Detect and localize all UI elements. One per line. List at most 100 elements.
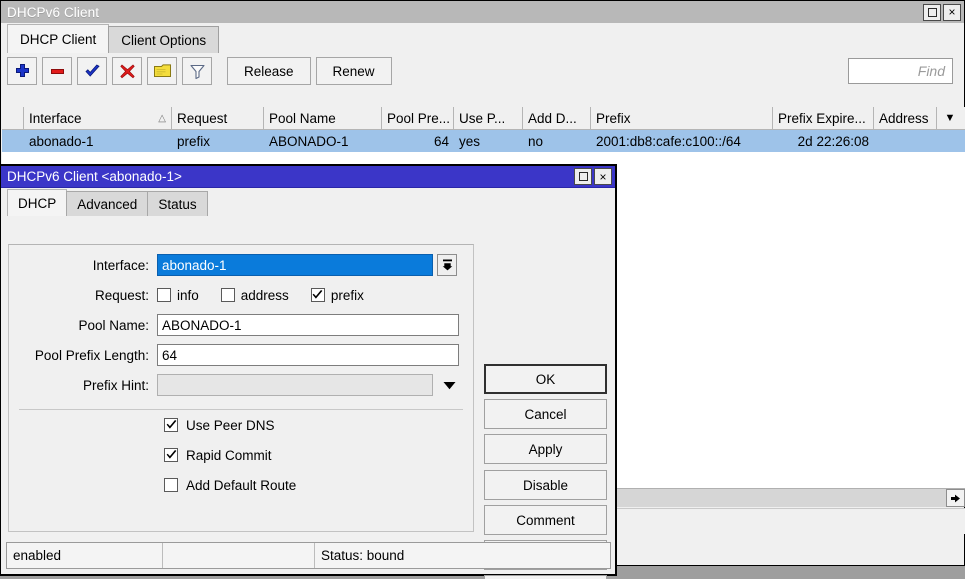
dialog-tab-advanced[interactable]: Advanced [66, 191, 148, 216]
interface-input[interactable]: abonado-1 [157, 254, 433, 276]
pool-name-input[interactable]: ABONADO-1 [157, 314, 459, 336]
main-window-controls: × [923, 4, 964, 21]
request-option-prefix[interactable]: prefix [311, 288, 364, 303]
rapid-commit-checkbox[interactable] [164, 448, 178, 462]
remove-button[interactable]: Remove [484, 575, 607, 579]
tab-client-options[interactable]: Client Options [108, 26, 219, 53]
use-peer-dns-row[interactable]: Use Peer DNS [9, 410, 473, 440]
dialog-tab-status-label: Status [158, 197, 196, 212]
dialog-title: DHCPv6 Client <abonado-1> [7, 169, 182, 184]
column-header-6[interactable]: Add D... [523, 107, 591, 129]
disable-button[interactable] [112, 57, 142, 85]
column-header-label: Request [177, 111, 227, 126]
apply-button[interactable]: Apply [484, 434, 607, 464]
request-info-label: info [177, 288, 199, 303]
find-input[interactable]: Find [848, 58, 953, 84]
comment-button[interactable] [147, 57, 177, 85]
column-header-7[interactable]: Prefix [591, 107, 773, 129]
column-header-1[interactable]: Interface△ [24, 107, 172, 129]
dialog-restore-icon[interactable] [574, 168, 592, 185]
column-header-2[interactable]: Request [172, 107, 264, 129]
check-icon [84, 63, 101, 80]
add-default-route-checkbox[interactable] [164, 478, 178, 492]
disable-button[interactable]: Disable [484, 470, 607, 500]
filter-button[interactable] [182, 57, 212, 85]
dialog-close-icon[interactable]: × [594, 168, 612, 185]
prefix-hint-row: Prefix Hint: [9, 371, 473, 399]
table-cell: 2d 22:26:08 [773, 130, 874, 152]
request-row: Request: info address prefix [9, 281, 473, 309]
cancel-button[interactable]: Cancel [484, 399, 607, 429]
request-option-info[interactable]: info [157, 288, 199, 303]
cross-icon [119, 63, 136, 80]
release-button-label: Release [244, 64, 294, 79]
pool-prefix-length-input[interactable]: 64 [157, 344, 459, 366]
pool-prefix-length-label: Pool Prefix Length: [9, 348, 157, 363]
add-default-route-row[interactable]: Add Default Route [9, 470, 473, 500]
dialog-statusbar: enabled Status: bound [6, 542, 611, 569]
pool-prefix-length-row: Pool Prefix Length: 64 [9, 341, 473, 369]
tab-dhcp-client[interactable]: DHCP Client [7, 24, 109, 53]
rapid-commit-row[interactable]: Rapid Commit [9, 440, 473, 470]
column-header-3[interactable]: Pool Name [264, 107, 382, 129]
plus-icon [14, 63, 31, 80]
column-header-10[interactable]: ▼ [937, 107, 963, 129]
dialog-restore-square [579, 172, 588, 181]
remove-button[interactable] [42, 57, 72, 85]
table-cell: abonado-1 [24, 130, 172, 152]
close-icon[interactable]: × [943, 4, 961, 21]
table-cell: no [523, 130, 591, 152]
button-label: OK [536, 372, 556, 387]
main-window-title: DHCPv6 Client [7, 5, 99, 20]
dialog-tab-dhcp[interactable]: DHCP [7, 189, 67, 216]
column-header-0[interactable] [2, 107, 24, 129]
dialog-tab-status[interactable]: Status [147, 191, 207, 216]
minus-icon [49, 63, 66, 80]
sort-indicator-icon: △ [158, 113, 166, 124]
table-cell: 64 [382, 130, 454, 152]
table-cell [2, 130, 24, 152]
rapid-commit-label: Rapid Commit [186, 448, 272, 463]
ok-button[interactable]: OK [484, 364, 607, 394]
release-button[interactable]: Release [227, 57, 311, 85]
restore-icon[interactable] [923, 4, 941, 21]
renew-button[interactable]: Renew [316, 57, 392, 85]
tab-client-options-label: Client Options [121, 33, 206, 48]
enable-button[interactable] [77, 57, 107, 85]
use-peer-dns-checkbox[interactable] [164, 418, 178, 432]
interface-dropdown-icon[interactable] [437, 254, 457, 276]
column-header-4[interactable]: Pool Pre... [382, 107, 454, 129]
prefix-hint-input[interactable] [157, 374, 433, 396]
request-prefix-checkbox[interactable] [311, 288, 325, 302]
dialog-status-middle [163, 543, 315, 568]
table-cell: prefix [172, 130, 264, 152]
renew-button-label: Renew [333, 64, 375, 79]
button-label: Disable [523, 478, 568, 493]
pool-name-label: Pool Name: [9, 318, 157, 333]
request-option-address[interactable]: address [221, 288, 289, 303]
note-icon [153, 63, 172, 80]
request-info-checkbox[interactable] [157, 288, 171, 302]
request-address-checkbox[interactable] [221, 288, 235, 302]
add-default-route-label: Add Default Route [186, 478, 296, 493]
main-tab-bar: DHCP Client Client Options [1, 23, 964, 53]
comment-button[interactable]: Comment [484, 505, 607, 535]
add-button[interactable] [7, 57, 37, 85]
table-cell [937, 130, 963, 152]
column-header-5[interactable]: Use P... [454, 107, 523, 129]
request-address-label: address [241, 288, 289, 303]
restore-square [928, 8, 937, 17]
column-header-9[interactable]: Address [874, 107, 937, 129]
arrow-right-icon[interactable] [946, 489, 965, 507]
dialog-form-panel: Interface: abonado-1 Request: info addre… [8, 244, 474, 532]
interface-row: Interface: abonado-1 [9, 251, 473, 279]
prefix-hint-dropdown-icon[interactable] [438, 374, 460, 396]
dialog-tab-dhcp-label: DHCP [18, 196, 56, 211]
find-placeholder: Find [918, 63, 945, 79]
dialog-status-enabled: enabled [7, 543, 163, 568]
column-header-8[interactable]: Prefix Expire... [773, 107, 874, 129]
table-cell: ABONADO-1 [264, 130, 382, 152]
table-row[interactable]: abonado-1prefixABONADO-164yesno2001:db8:… [2, 130, 965, 152]
request-label: Request: [9, 288, 157, 303]
dhcpv6-client-detail-dialog: DHCPv6 Client <abonado-1> × DHCP Advance… [0, 164, 617, 576]
